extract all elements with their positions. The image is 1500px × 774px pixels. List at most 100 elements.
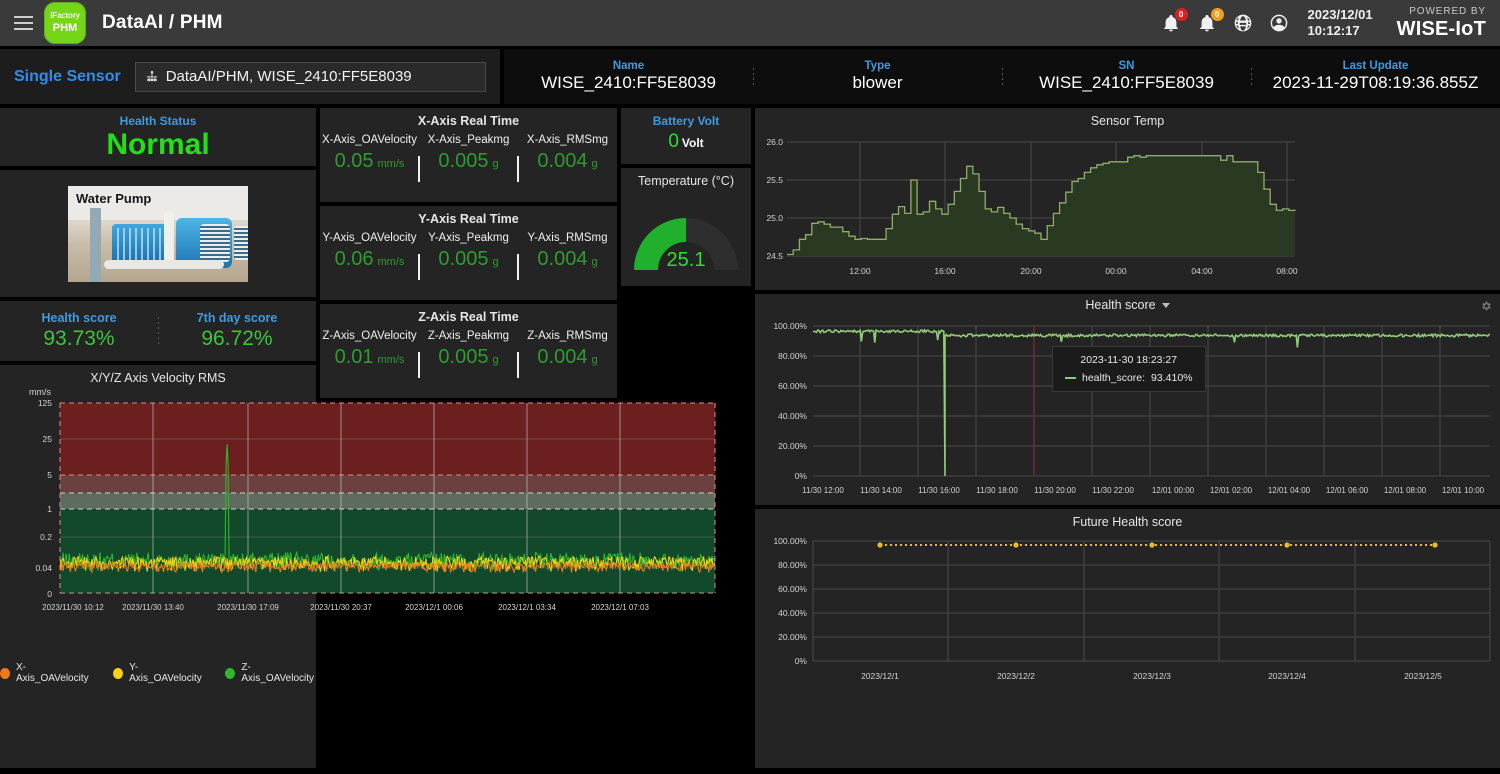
legend-item-x[interactable]: X-Axis_OAVelocity [0,662,91,684]
right-column: Sensor Temp 26.0 25.5 25.0 24.5 12:00 16… [755,108,1500,768]
meta-name-label: Name [612,60,645,72]
svg-text:2023/12/1 00:06: 2023/12/1 00:06 [405,603,463,612]
y-rmsmg-metric: Y-Axis_RMSmg 0.004 g [517,232,617,280]
fh-ytick-60: 60.00% [778,584,807,594]
y-oavelocity-label: Y-Axis_OAVelocity [322,232,417,244]
sitemap-icon [146,70,157,81]
temperature-title: Temperature (°C) [638,174,734,188]
legend-label-x: X-Axis_OAVelocity [16,662,89,684]
health-status-panel: Health Status Normal [0,108,316,166]
velocity-rms-chart-panel: X/Y/Z Axis Velocity RMS mm/s 125 25 5 1 … [0,365,716,768]
temp-ytick-3: 26.0 [766,137,783,147]
svg-text:1: 1 [47,504,52,514]
battery-value: 0 [668,131,679,152]
svg-text:2023/11/30 20:37: 2023/11/30 20:37 [310,603,372,612]
chart-tooltip: 2023-11-30 18:23:27 health_score: 93.410… [1052,346,1206,392]
svg-text:2023/11/30 17:09: 2023/11/30 17:09 [217,603,279,612]
svg-text:0.04: 0.04 [35,563,52,573]
app-title: DataAI / PHM [102,12,223,33]
temp-xtick-3: 00:00 [1105,266,1127,276]
hs-ytick-20: 20.00% [778,441,807,451]
y-axis-realtime-panel: Y-Axis Real Time Y-Axis_OAVelocity 0.06 m… [320,206,617,300]
left-column: Health Status Normal Water Pump Health s… [0,108,716,768]
y-peakmg-label: Y-Axis_Peakmg [428,232,509,244]
fh-ytick-0: 0% [795,656,808,666]
health-status-title: Health Status [119,114,197,128]
fh-xtick-3: 2023/12/4 [1268,671,1306,681]
fh-xtick-4: 2023/12/5 [1404,671,1442,681]
top-bar: iFactory PHM DataAI / PHM 0 0 2023/12/01… [0,0,1500,46]
x-rmsmg-metric: X-Axis_RMSmg 0.004 g [517,134,617,182]
fh-ytick-20: 20.00% [778,632,807,642]
velocity-rms-chart[interactable]: mm/s 125 25 5 1 0.2 0.04 0 2023/11/30 10… [0,385,750,660]
svg-text:2023/11/30 10:12: 2023/11/30 10:12 [42,603,104,612]
battery-volt-panel: Battery Volt 0 Volt [621,108,751,164]
svg-text:11/30 20:00: 11/30 20:00 [1034,486,1076,495]
system-date: 2023/12/01 [1307,6,1373,22]
meta-sn-value: WISE_2410:FF5E8039 [1039,73,1214,92]
y-rmsmg-label: Y-Axis_RMSmg [527,232,608,244]
legend-dot-z-icon [225,667,236,679]
svg-text:2023/12/1 07:03: 2023/12/1 07:03 [591,603,649,612]
z-axis-realtime-panel: Z-Axis Real Time Z-Axis_OAVelocity 0.01 m… [320,304,617,398]
device-meta-bar: Name WISE_2410:FF5E8039 Type blower SN W… [504,49,1500,104]
alarm-bell-icon[interactable]: 0 [1160,8,1188,34]
sensor-selector-box: Single Sensor DataAI/PHM, WISE_2410:FF5E… [0,49,500,104]
health-score-value: 93.73% [43,327,115,350]
globe-icon[interactable] [1232,12,1254,34]
hamburger-icon[interactable] [8,8,38,38]
tooltip-series-name: health_score: [1082,372,1146,384]
sensor-temp-chart[interactable]: 26.0 25.5 25.0 24.5 12:00 16:00 20:00 00… [755,128,1309,288]
svg-text:5: 5 [47,470,52,480]
legend-dot-y-icon [113,667,124,679]
user-account-icon[interactable] [1268,12,1290,34]
x-oavelocity-label: X-Axis_OAVelocity [321,134,417,146]
z-peakmg-metric: Z-Axis_Peakmg 0.005 g [418,330,518,378]
x-oavelocity-value: 0.05 [334,150,374,172]
dashboard-root: iFactory PHM DataAI / PHM 0 0 2023/12/01… [0,0,1500,774]
health-score-chart[interactable]: 100.00% 80.00% 60.00% 40.00% 20.00% 0% 1… [755,316,1500,506]
equipment-caption: Water Pump [76,190,152,206]
svg-text:12/01 08:00: 12/01 08:00 [1384,486,1427,495]
legend-item-z[interactable]: Z-Axis_OAVelocity [225,662,316,684]
gear-icon[interactable] [1480,299,1492,311]
sensor-select[interactable]: DataAI/PHM, WISE_2410:FF5E8039 [134,61,486,92]
fh-xtick-1: 2023/12/2 [997,671,1035,681]
y-rmsmg-value: 0.004 [537,248,588,270]
fh-ytick-100: 100.00% [773,536,807,546]
alarm-badge-count: 0 [1174,8,1188,21]
legend-item-y[interactable]: Y-Axis_OAVelocity [113,662,203,684]
y-oavelocity-unit: mm/s [377,256,405,268]
future-health-chart[interactable]: 100.00% 80.00% 60.00% 40.00% 20.00% 0% 2 [755,529,1500,694]
health-score-label: Health score [41,311,117,325]
temp-xtick-1: 16:00 [934,266,956,276]
z-oavelocity-unit: mm/s [377,354,405,366]
battery-title: Battery Volt [652,114,720,128]
x-peakmg-unit: g [492,158,499,170]
system-datetime: 2023/12/01 10:12:17 [1308,7,1373,40]
top-bar-actions: 0 0 2023/12/01 10:12:17 POWERED BY WISE-… [1160,7,1490,40]
hs-ytick-100: 100.00% [773,321,807,331]
dashboard-body: Health Status Normal Water Pump Health s… [0,104,1500,768]
y-oavelocity-metric: Y-Axis_OAVelocity 0.06 mm/s [320,232,419,271]
info-bar: Single Sensor DataAI/PHM, WISE_2410:FF5E… [0,46,1500,104]
velocity-rms-title: X/Y/Z Axis Velocity RMS [90,371,226,385]
y-peakmg-unit: g [492,256,499,268]
meta-type-value: blower [852,73,903,92]
sensor-temp-title: Sensor Temp [1090,114,1165,128]
notification-bell-icon[interactable]: 0 [1196,8,1224,34]
health-score-cell: Health score 93.73% [0,311,158,351]
chevron-down-icon[interactable] [1161,302,1170,308]
x-axis-title: X-Axis Real Time [417,114,520,128]
x-axis-realtime-panel: X-Axis Real Time X-Axis_OAVelocity 0.05 m… [320,108,617,202]
z-rmsmg-metric: Z-Axis_RMSmg 0.004 g [517,330,617,378]
meta-type: Type blower [753,60,1002,93]
fh-xtick-0: 2023/12/1 [861,671,899,681]
meta-name-value: WISE_2410:FF5E8039 [541,73,716,92]
sensor-select-value: DataAI/PHM, WISE_2410:FF5E8039 [165,68,412,85]
sensor-mode-label: Single Sensor [14,67,121,85]
ifactory-phm-logo[interactable]: iFactory PHM [44,2,86,44]
meta-last-update: Last Update 2023-11-29T08:19:36.855Z [1251,60,1500,93]
tooltip-series-value: 93.410% [1151,372,1193,384]
system-time: 10:12:17 [1307,23,1360,38]
